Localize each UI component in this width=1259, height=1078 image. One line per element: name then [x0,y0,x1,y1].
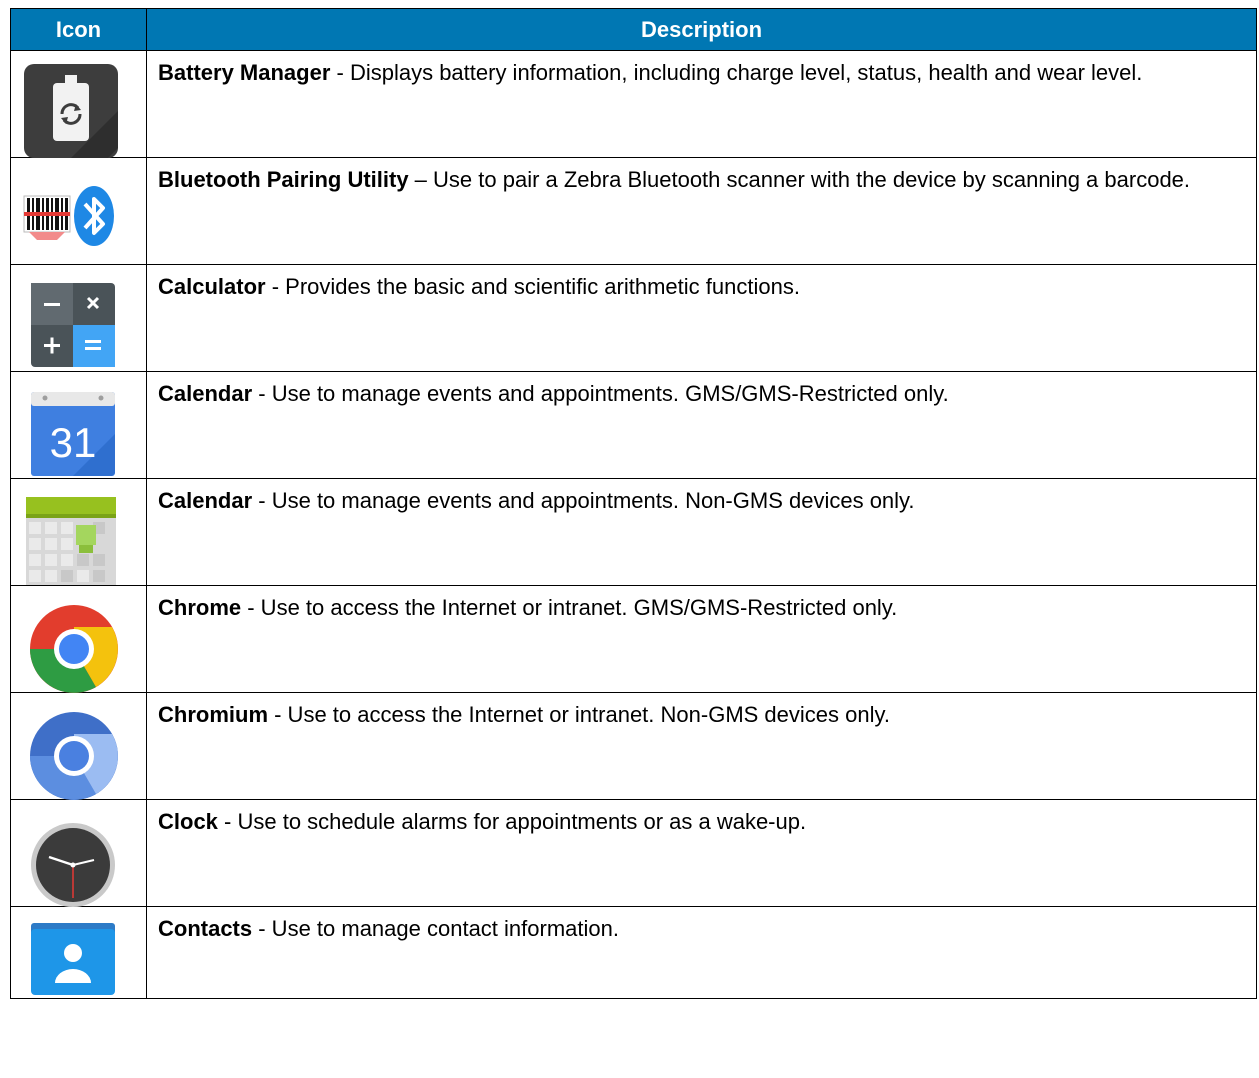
app-description: - Use to access the Internet or intranet… [268,702,890,727]
calculator-icon [31,283,115,367]
chrome-icon [30,605,118,693]
chromium-icon [30,712,118,800]
description-cell: Contacts - Use to manage contact informa… [146,906,1257,999]
app-description: - Use to manage events and appointments.… [252,381,949,406]
contacts-icon [31,923,115,995]
description-cell: Calendar - Use to manage events and appo… [146,478,1257,586]
table-row: Bluetooth Pairing Utility – Use to pair … [10,157,1257,265]
app-name: Contacts [158,916,253,941]
table-row: Battery Manager - Displays battery infor… [10,50,1257,158]
app-name: Calculator [158,274,266,299]
icon-cell [10,692,147,800]
table-header-row: Icon Description [10,8,1257,51]
description-cell: Battery Manager - Displays battery infor… [146,50,1257,158]
app-name: Calendar [158,381,253,406]
app-description: - Use to access the Internet or intranet… [241,595,898,620]
description-cell: Calendar - Use to manage events and appo… [146,371,1257,479]
app-name: Chrome [158,595,242,620]
icon-cell: 31 [10,371,147,479]
description-cell: Chromium - Use to access the Internet or… [146,692,1257,800]
bluetooth-pairing-icon [23,186,114,246]
app-icon-table: Icon Description Battery Manager - Displ… [10,8,1257,999]
table-row: Calculator - Provides the basic and scie… [10,264,1257,372]
icon-cell [10,585,147,693]
table-row: Chromium - Use to access the Internet or… [10,692,1257,800]
icon-cell [10,799,147,907]
description-column-header: Description [146,8,1257,51]
clock-icon [31,823,115,907]
icon-cell [10,906,147,999]
calendar-date-text: 31 [50,419,97,466]
table-row: Calendar - Use to manage events and appo… [10,478,1257,586]
app-name: Chromium [158,702,268,727]
app-name: Battery Manager [158,60,331,85]
app-description: - Displays battery information, includin… [330,60,1143,85]
app-description: - Use to manage events and appointments.… [252,488,915,513]
icon-cell [10,264,147,372]
calendar-icon [26,497,116,585]
app-description: - Use to manage contact information. [252,916,619,941]
table-row: Contacts - Use to manage contact informa… [10,906,1257,999]
app-description: - Provides the basic and scientific arit… [265,274,800,299]
icon-column-header: Icon [10,8,147,51]
app-description: - Use to schedule alarms for appointment… [217,809,807,834]
app-name: Bluetooth Pairing Utility [158,167,409,192]
description-cell: Chrome - Use to access the Internet or i… [146,585,1257,693]
table-row: Chrome - Use to access the Internet or i… [10,585,1257,693]
table-row: Clock - Use to schedule alarms for appoi… [10,799,1257,907]
icon-cell [10,478,147,586]
app-name: Calendar [158,488,253,513]
app-description: – Use to pair a Zebra Bluetooth scanner … [408,167,1191,192]
description-cell: Clock - Use to schedule alarms for appoi… [146,799,1257,907]
description-cell: Bluetooth Pairing Utility – Use to pair … [146,157,1257,265]
icon-cell [10,157,147,265]
description-cell: Calculator - Provides the basic and scie… [146,264,1257,372]
icon-cell [10,50,147,158]
app-name: Clock [158,809,218,834]
table-row: 31 Calendar - Use to manage events and a… [10,371,1257,479]
battery-manager-icon [24,64,118,158]
google-calendar-icon: 31 [31,392,115,476]
